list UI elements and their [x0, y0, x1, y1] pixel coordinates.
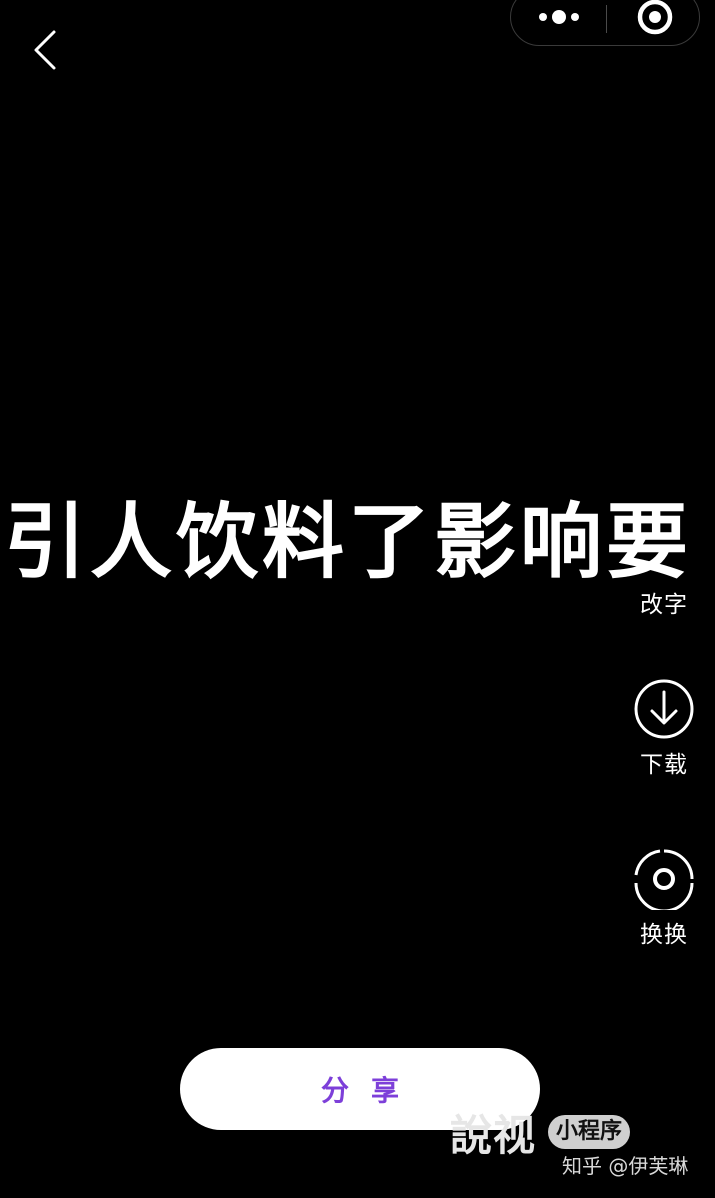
banner-text: 引人饮料了影响要	[4, 498, 693, 588]
target-icon	[637, 0, 673, 35]
more-button[interactable]	[511, 0, 606, 47]
close-mini-program-button[interactable]	[607, 0, 699, 47]
edit-text-button[interactable]: 改字	[620, 560, 708, 620]
swap-button[interactable]: 换换	[620, 848, 708, 950]
author-credit: 知乎 @伊芙琳	[562, 1154, 689, 1178]
download-label: 下载	[640, 752, 688, 778]
chevron-left-icon	[34, 30, 56, 70]
swap-ring-icon	[634, 849, 694, 910]
mini-program-badge: 小程序	[548, 1115, 631, 1149]
more-dots-icon	[539, 10, 579, 24]
app-watermark: 說视 小程序	[450, 1106, 631, 1160]
back-button[interactable]	[26, 28, 66, 72]
download-button[interactable]: 下载	[620, 678, 708, 780]
mini-program-capsule	[510, 0, 700, 46]
edit-text-label: 改字	[640, 592, 688, 618]
download-circle-icon	[634, 679, 694, 739]
swap-label: 换换	[640, 922, 688, 948]
scrolling-text-banner: 引人饮料了影响要	[0, 498, 715, 588]
edit-text-icon	[633, 560, 695, 580]
watermark-logo: 說视	[450, 1110, 537, 1160]
